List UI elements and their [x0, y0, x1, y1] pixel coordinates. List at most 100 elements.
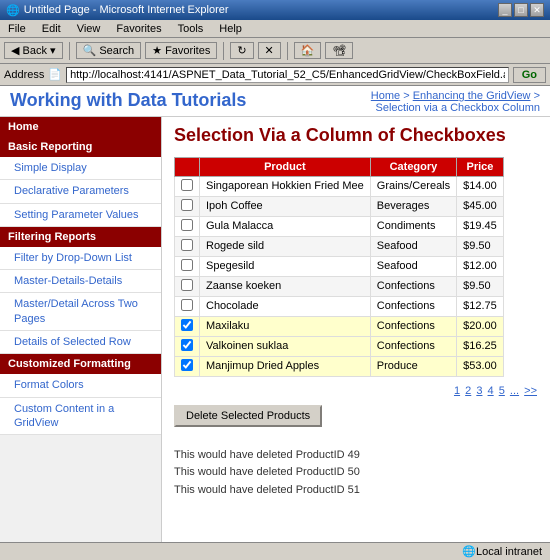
row-checkbox[interactable] — [175, 256, 200, 276]
address-bar: Address 📄 Go — [0, 64, 550, 86]
menu-help[interactable]: Help — [215, 22, 246, 36]
row-checkbox[interactable] — [175, 176, 200, 196]
page-3[interactable]: 3 — [476, 385, 482, 397]
toolbar: ◀ Back ▾ 🔍 Search ★ Favorites ↻ ✕ 🏠 📽 — [0, 38, 550, 64]
page-ellipsis[interactable]: ... — [510, 385, 519, 397]
page-1[interactable]: 1 — [454, 385, 460, 397]
favorites-button[interactable]: ★ Favorites — [145, 42, 217, 59]
breadcrumb: Home > Enhancing the GridView > Selectio… — [371, 90, 540, 114]
home-button[interactable]: 🏠 — [294, 42, 322, 59]
row-category: Beverages — [370, 196, 456, 216]
row-product: Manjimup Dried Apples — [200, 356, 371, 376]
sidebar-item-simple-display[interactable]: Simple Display — [0, 157, 161, 180]
row-category: Confections — [370, 296, 456, 316]
address-input[interactable] — [66, 67, 509, 83]
sidebar-item-custom-content[interactable]: Custom Content in a GridView — [0, 398, 161, 436]
row-checkbox[interactable] — [175, 316, 200, 336]
table-row: Rogede sild Seafood $9.50 — [175, 236, 504, 256]
row-category: Condiments — [370, 216, 456, 236]
content-title: Selection Via a Column of Checkboxes — [174, 125, 538, 147]
menu-view[interactable]: View — [73, 22, 105, 36]
message-area: This would have deleted ProductID 49This… — [174, 447, 538, 500]
sidebar-item-setting-params[interactable]: Setting Parameter Values — [0, 204, 161, 227]
page-2[interactable]: 2 — [465, 385, 471, 397]
toolbar-separator-3 — [287, 42, 288, 60]
sidebar-item-declarative-params[interactable]: Declarative Parameters — [0, 180, 161, 203]
sidebar-item-selected-row[interactable]: Details of Selected Row — [0, 331, 161, 354]
menu-tools[interactable]: Tools — [174, 22, 208, 36]
sidebar-item-format-colors[interactable]: Format Colors — [0, 374, 161, 397]
main-area: Working with Data Tutorials Home > Enhan… — [0, 86, 550, 542]
title-bar: 🌐 Untitled Page - Microsoft Internet Exp… — [0, 0, 550, 20]
sidebar-item-master-detail-pages[interactable]: Master/Detail Across Two Pages — [0, 293, 161, 331]
row-product: Ipoh Coffee — [200, 196, 371, 216]
page-5[interactable]: 5 — [499, 385, 505, 397]
page-icon: 📄 — [48, 68, 62, 81]
row-category: Confections — [370, 276, 456, 296]
menu-bar: File Edit View Favorites Tools Help — [0, 20, 550, 38]
row-checkbox[interactable] — [175, 276, 200, 296]
table-row: Maxilaku Confections $20.00 — [175, 316, 504, 336]
close-button[interactable]: ✕ — [530, 3, 544, 17]
row-checkbox[interactable] — [175, 356, 200, 376]
row-price: $14.00 — [457, 176, 504, 196]
row-product: Spegesild — [200, 256, 371, 276]
site-title: Working with Data Tutorials — [10, 90, 246, 111]
menu-file[interactable]: File — [4, 22, 30, 36]
product-grid: Product Category Price Singaporean Hokki… — [174, 157, 504, 377]
table-row: Spegesild Seafood $12.00 — [175, 256, 504, 276]
sidebar-section-basic-reporting[interactable]: Basic Reporting — [0, 137, 161, 157]
row-price: $16.25 — [457, 336, 504, 356]
stop-button[interactable]: ✕ — [258, 42, 281, 59]
delete-button[interactable]: Delete Selected Products — [174, 405, 322, 427]
refresh-button[interactable]: ↻ — [230, 42, 253, 59]
row-checkbox[interactable] — [175, 296, 200, 316]
go-button[interactable]: Go — [513, 67, 546, 83]
table-row: Chocolade Confections $12.75 — [175, 296, 504, 316]
row-product: Rogede sild — [200, 236, 371, 256]
media-button[interactable]: 📽 — [325, 42, 353, 59]
row-checkbox[interactable] — [175, 236, 200, 256]
sidebar-section-formatting[interactable]: Customized Formatting — [0, 354, 161, 374]
menu-edit[interactable]: Edit — [38, 22, 65, 36]
ie-status-icon: 🌐 — [462, 545, 476, 558]
page-4[interactable]: 4 — [488, 385, 494, 397]
body-area: Home Basic Reporting Simple Display Decl… — [0, 117, 550, 542]
row-checkbox[interactable] — [175, 216, 200, 236]
address-label: Address — [4, 69, 44, 81]
breadcrumb-enhancing[interactable]: Enhancing the GridView — [413, 90, 531, 102]
row-checkbox[interactable] — [175, 336, 200, 356]
window-title: Untitled Page - Microsoft Internet Explo… — [24, 4, 229, 16]
menu-favorites[interactable]: Favorites — [112, 22, 165, 36]
row-checkbox[interactable] — [175, 196, 200, 216]
row-price: $20.00 — [457, 316, 504, 336]
delete-message: This would have deleted ProductID 50 — [174, 464, 538, 482]
sidebar: Home Basic Reporting Simple Display Decl… — [0, 117, 162, 542]
row-price: $9.50 — [457, 236, 504, 256]
content-area: Selection Via a Column of Checkboxes Pro… — [162, 117, 550, 542]
delete-message: This would have deleted ProductID 51 — [174, 482, 538, 500]
table-row: Singaporean Hokkien Fried Mee Grains/Cer… — [175, 176, 504, 196]
row-price: $9.50 — [457, 276, 504, 296]
page-next[interactable]: >> — [524, 385, 537, 397]
row-price: $12.75 — [457, 296, 504, 316]
breadcrumb-home[interactable]: Home — [371, 90, 400, 102]
sidebar-item-master-details[interactable]: Master-Details-Details — [0, 270, 161, 293]
table-row: Valkoinen suklaa Confections $16.25 — [175, 336, 504, 356]
row-category: Confections — [370, 316, 456, 336]
table-row: Manjimup Dried Apples Produce $53.00 — [175, 356, 504, 376]
row-price: $53.00 — [457, 356, 504, 376]
row-product: Chocolade — [200, 296, 371, 316]
sidebar-section-home[interactable]: Home — [0, 117, 161, 137]
search-button[interactable]: 🔍 Search — [76, 42, 142, 59]
row-price: $12.00 — [457, 256, 504, 276]
delete-message: This would have deleted ProductID 49 — [174, 447, 538, 465]
maximize-button[interactable]: □ — [514, 3, 528, 17]
table-row: Gula Malacca Condiments $19.45 — [175, 216, 504, 236]
sidebar-section-filtering[interactable]: Filtering Reports — [0, 227, 161, 247]
row-category: Seafood — [370, 256, 456, 276]
row-product: Valkoinen suklaa — [200, 336, 371, 356]
sidebar-item-dropdown[interactable]: Filter by Drop-Down List — [0, 247, 161, 270]
minimize-button[interactable]: _ — [498, 3, 512, 17]
back-button[interactable]: ◀ Back ▾ — [4, 42, 63, 59]
